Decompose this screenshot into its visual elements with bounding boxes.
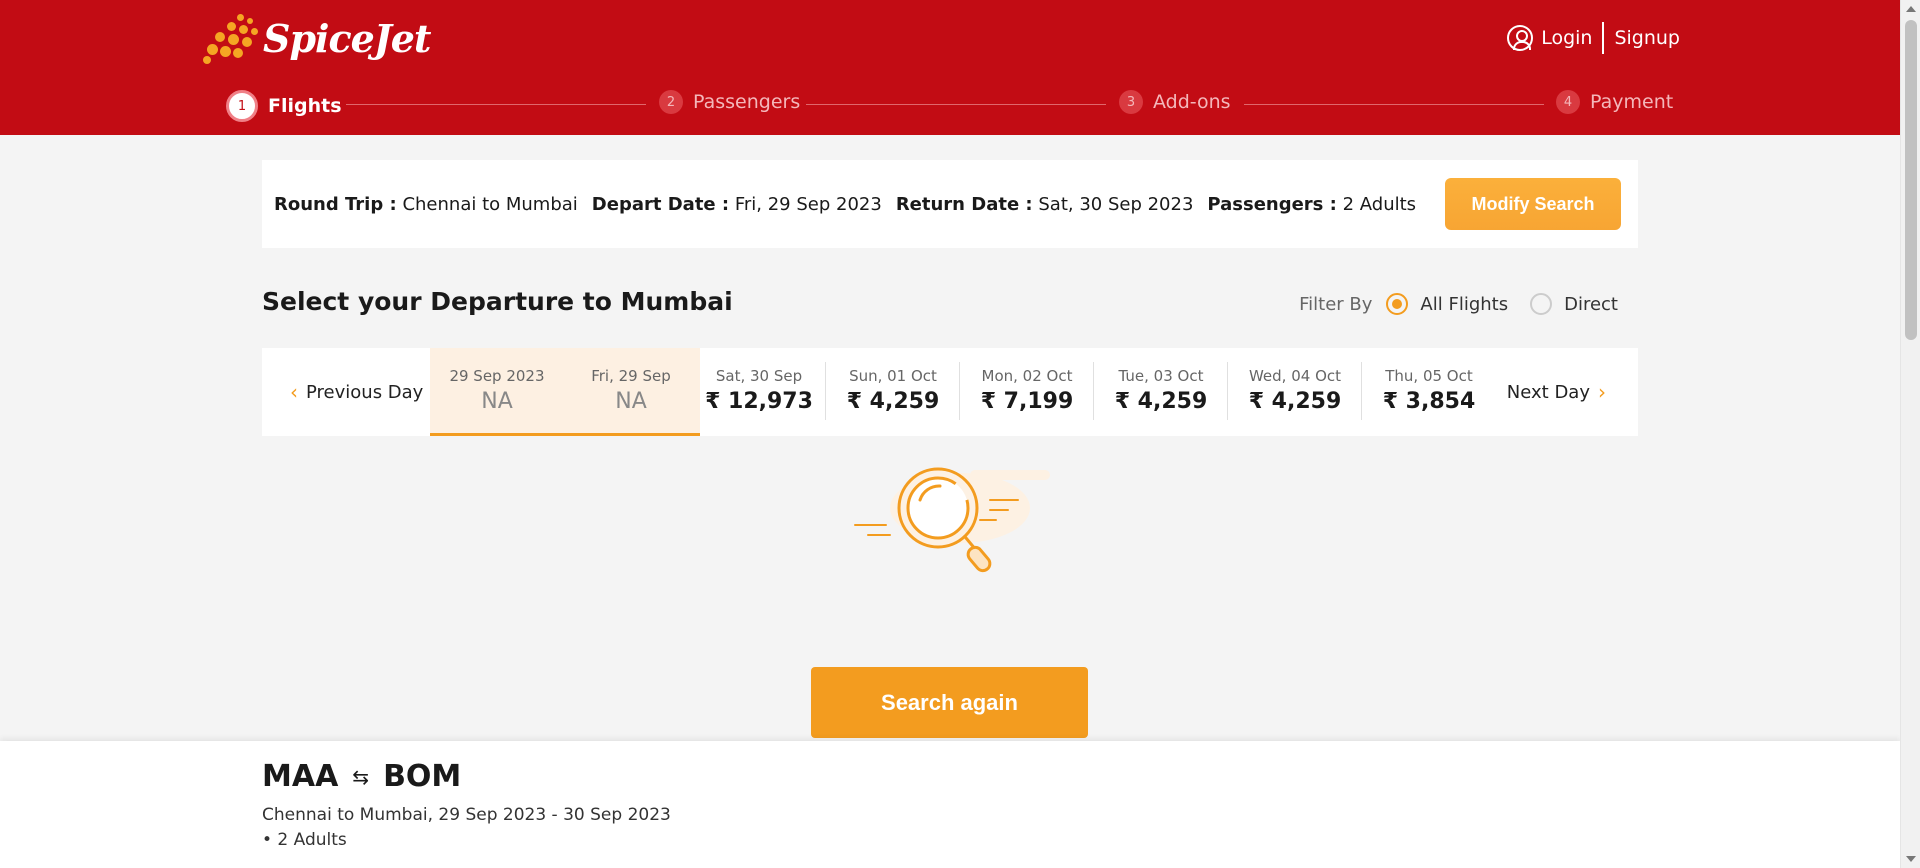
search-again-button[interactable]: Search again xyxy=(811,667,1088,738)
date-label: Fri, 29 Sep xyxy=(591,367,671,385)
date-price: NA xyxy=(615,389,647,414)
scrollbar-thumb[interactable] xyxy=(1905,20,1917,340)
step-payment: 4 Payment xyxy=(1556,90,1673,114)
step-connector xyxy=(806,104,1106,105)
date-label: Sun, 01 Oct xyxy=(849,367,937,385)
depart-value: Fri, 29 Sep 2023 xyxy=(734,193,882,215)
date-price: ₹ 12,973 xyxy=(705,389,813,414)
modify-search-button[interactable]: Modify Search xyxy=(1445,178,1621,230)
date-price: NA xyxy=(481,389,513,414)
step-passengers: 2 Passengers xyxy=(659,90,800,114)
scroll-down-icon[interactable] xyxy=(1906,856,1916,862)
return-label: Return Date : xyxy=(895,193,1033,215)
return-summary: Return Date : Sat, 30 Sep 2023 xyxy=(896,194,1194,215)
step-connector xyxy=(1244,104,1544,105)
pax-value: 2 Adults xyxy=(1342,193,1417,215)
filter-option-label: Direct xyxy=(1564,293,1618,315)
chevron-left-icon: ‹ xyxy=(290,380,298,404)
date-price: ₹ 4,259 xyxy=(846,389,940,414)
step-label: Flights xyxy=(268,95,342,117)
filter-label: Filter By xyxy=(1299,293,1373,315)
logo-wordmark: SpiceJet xyxy=(263,15,431,61)
next-day-button[interactable]: Next Day › xyxy=(1507,348,1614,436)
step-label: Payment xyxy=(1590,91,1674,113)
logo-dots-icon xyxy=(203,12,261,64)
auth-divider xyxy=(1602,22,1605,54)
trip-value: Chennai to Mumbai xyxy=(402,193,578,215)
date-cell[interactable]: Mon, 02 Oct ₹ 7,199 xyxy=(960,348,1094,436)
trip-summary: Round Trip : Chennai to Mumbai xyxy=(274,194,578,215)
step-label: Add-ons xyxy=(1153,91,1231,113)
pax-summary: Passengers : 2 Adults xyxy=(1207,194,1416,215)
spicejet-logo[interactable]: SpiceJet xyxy=(203,12,431,64)
filter-all-flights[interactable]: All Flights xyxy=(1386,293,1508,315)
filter-direct[interactable]: Direct xyxy=(1530,293,1618,315)
date-cell[interactable]: Tue, 03 Oct ₹ 4,259 xyxy=(1094,348,1228,436)
booking-steps: 1 Flights 2 Passengers 3 Add-ons 4 Payme… xyxy=(226,90,1673,122)
search-magnifier-icon xyxy=(854,467,1050,573)
date-label: Thu, 05 Oct xyxy=(1385,367,1473,385)
step-number: 3 xyxy=(1119,90,1143,114)
signup-link[interactable]: Signup xyxy=(1614,27,1680,49)
page-title: Select your Departure to Mumbai xyxy=(262,287,733,316)
pax-label: Passengers : xyxy=(1207,193,1337,215)
previous-day-label: Previous Day xyxy=(306,381,424,403)
user-icon[interactable] xyxy=(1507,25,1534,51)
date-cell[interactable]: Sun, 01 Oct ₹ 4,259 xyxy=(826,348,960,436)
page-scrollbar[interactable] xyxy=(1900,0,1920,868)
passenger-count: • 2 Adults xyxy=(262,830,347,850)
login-link[interactable]: Login xyxy=(1541,27,1592,49)
date-label: Tue, 03 Oct xyxy=(1118,367,1204,385)
step-label: Passengers xyxy=(693,91,801,113)
route-codes: MAA ⇆ BOM xyxy=(262,759,461,794)
radio-selected-icon[interactable] xyxy=(1386,293,1409,315)
date-cell[interactable]: 29 Sep 2023 NA xyxy=(430,348,564,436)
date-price-strip: ‹ Previous Day 29 Sep 2023 NA Fri, 29 Se… xyxy=(262,348,1638,436)
search-summary: Round Trip : Chennai to Mumbai Depart Da… xyxy=(262,160,1638,248)
date-label: Sat, 30 Sep xyxy=(715,367,803,385)
date-cell[interactable]: Thu, 05 Oct ₹ 3,854 xyxy=(1362,348,1496,436)
date-label: 29 Sep 2023 xyxy=(449,367,545,385)
site-header: SpiceJet Login Signup 1 Flights 2 Passen… xyxy=(0,0,1900,135)
origin-code: MAA xyxy=(262,759,339,794)
date-label: Wed, 04 Oct xyxy=(1248,367,1342,385)
step-number: 2 xyxy=(659,90,683,114)
date-label: Mon, 02 Oct xyxy=(981,367,1073,385)
flight-filter: Filter By All Flights Direct xyxy=(1299,293,1618,315)
trip-label: Round Trip : xyxy=(274,193,397,215)
next-day-label: Next Day xyxy=(1506,381,1590,403)
return-value: Sat, 30 Sep 2023 xyxy=(1038,193,1194,215)
date-price: ₹ 4,259 xyxy=(1248,389,1342,414)
step-number: 1 xyxy=(226,90,258,122)
step-flights: 1 Flights xyxy=(226,90,342,122)
trip-summary-panel: MAA ⇆ BOM Chennai to Mumbai, 29 Sep 2023… xyxy=(0,741,1900,868)
date-price: ₹ 7,199 xyxy=(980,389,1074,414)
depart-label: Depart Date : xyxy=(591,193,730,215)
filter-option-label: All Flights xyxy=(1420,293,1509,315)
depart-summary: Depart Date : Fri, 29 Sep 2023 xyxy=(592,194,882,215)
previous-day-button[interactable]: ‹ Previous Day xyxy=(282,348,423,436)
step-add-ons: 3 Add-ons xyxy=(1119,90,1231,114)
step-number: 4 xyxy=(1556,90,1580,114)
date-cell[interactable]: Fri, 29 Sep NA xyxy=(564,348,698,436)
date-cell[interactable]: Wed, 04 Oct ₹ 4,259 xyxy=(1228,348,1362,436)
date-cell[interactable]: Sat, 30 Sep ₹ 12,973 xyxy=(692,348,826,436)
destination-code: BOM xyxy=(383,759,462,794)
date-price: ₹ 3,854 xyxy=(1382,389,1476,414)
chevron-right-icon: › xyxy=(1598,380,1606,404)
round-trip-arrows-icon: ⇆ xyxy=(352,764,370,789)
scroll-up-icon[interactable] xyxy=(1906,6,1916,12)
date-price: ₹ 4,259 xyxy=(1114,389,1208,414)
auth-links: Login Signup xyxy=(1507,22,1680,54)
route-details: Chennai to Mumbai, 29 Sep 2023 - 30 Sep … xyxy=(262,805,671,825)
step-connector xyxy=(346,104,646,105)
radio-unselected-icon[interactable] xyxy=(1530,293,1553,315)
